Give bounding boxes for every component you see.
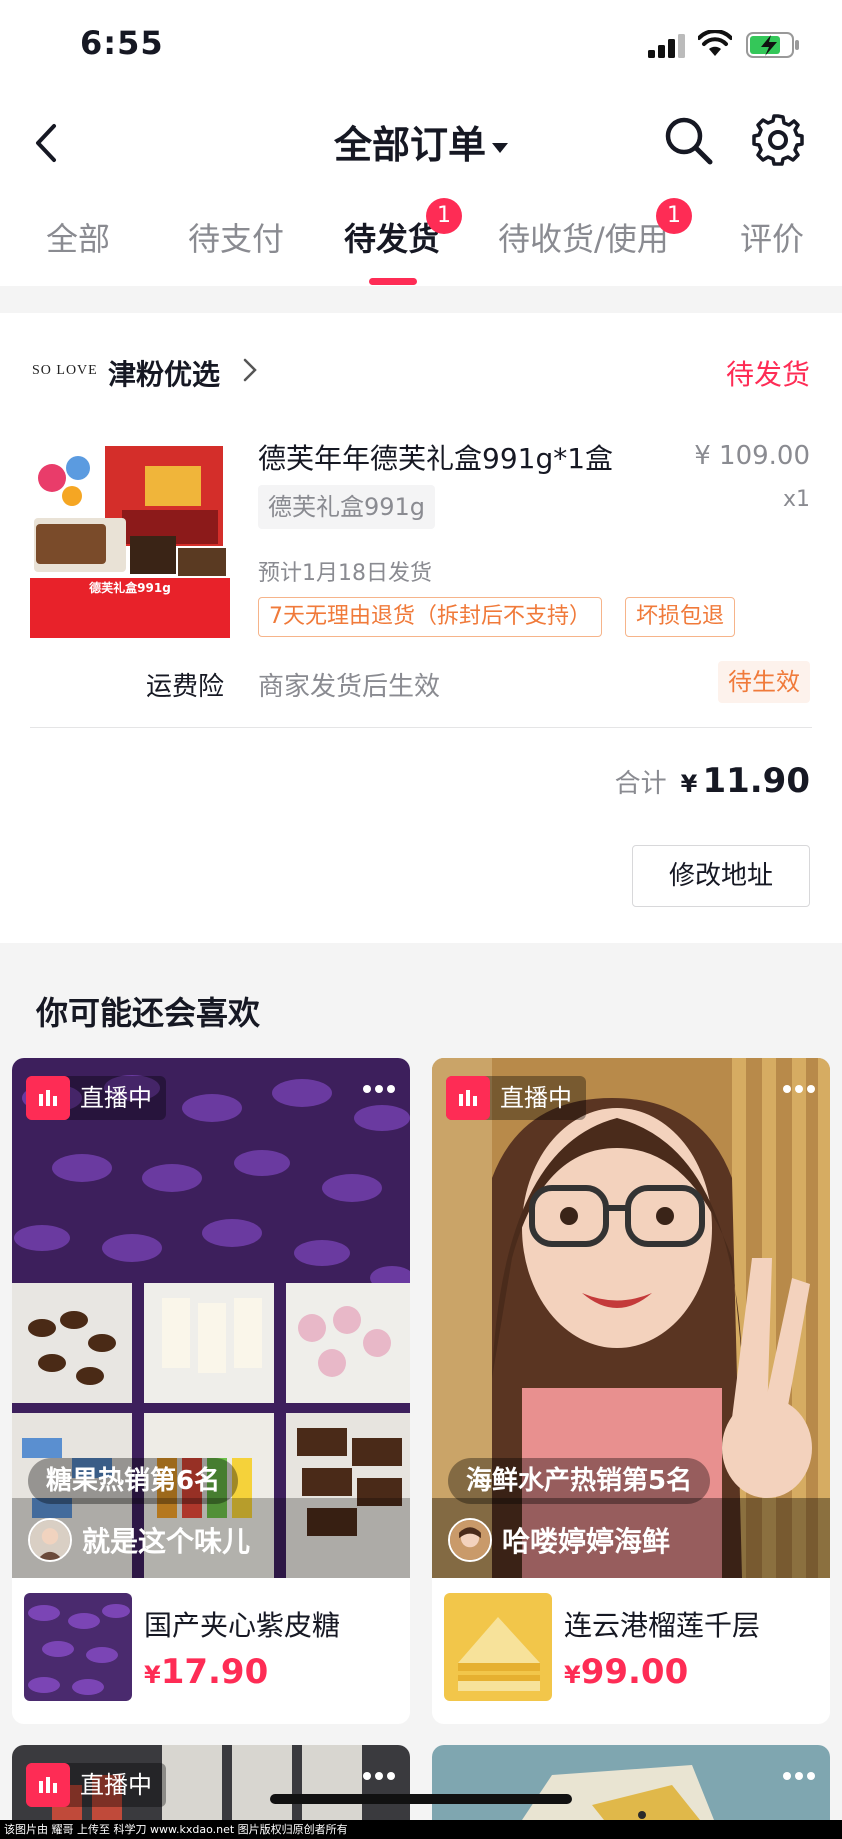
- live-label: 直播中: [80, 1084, 152, 1112]
- more-options-icon[interactable]: [362, 1771, 396, 1781]
- goods-image[interactable]: [24, 1593, 132, 1701]
- recommend-card[interactable]: 直播中 海鲜水产热销第5名 哈喽婷婷海鲜 连云港榴莲千层 ¥99.00: [432, 1058, 830, 1724]
- live-equalizer-icon: [446, 1076, 490, 1120]
- caret-down-icon: [492, 142, 508, 153]
- host-name[interactable]: 哈喽婷婷海鲜: [502, 1520, 670, 1560]
- battery-charging-icon: [746, 32, 799, 58]
- cellular-signal-icon: [648, 34, 685, 58]
- product-image[interactable]: [30, 438, 230, 638]
- home-indicator[interactable]: [270, 1794, 572, 1804]
- watermark: 该图片由 耀哥 上传至 科学刀 www.kxdao.net 图片版权归原创者所有: [0, 1820, 842, 1839]
- hot-rank-badge: 糖果热销第6名: [28, 1458, 239, 1504]
- wifi-icon: [698, 30, 732, 56]
- goods-name[interactable]: 国产夹心紫皮糖: [144, 1604, 340, 1644]
- tab-pending-shipment[interactable]: 待发货: [344, 214, 440, 260]
- live-equalizer-icon: [26, 1763, 70, 1807]
- product-price: ¥ 109.00: [694, 441, 810, 471]
- order-tabs: 全部 待支付 待发货 1 待收货/使用 1 评价: [0, 190, 842, 286]
- product-image-caption: 德芙礼盒991g: [89, 581, 171, 595]
- more-options-icon[interactable]: [782, 1084, 816, 1094]
- goods-name[interactable]: 连云港榴莲千层: [564, 1604, 760, 1644]
- ship-estimate: 预计1月18日发货: [258, 561, 432, 586]
- recommend-card[interactable]: 直播中 糖果热销第6名 就是这个味儿 国产夹心紫皮糖 ¥17.90: [12, 1058, 410, 1724]
- live-label: 直播中: [500, 1084, 572, 1112]
- hot-rank-badge: 海鲜水产热销第5名: [448, 1458, 711, 1504]
- goods-image[interactable]: [444, 1593, 552, 1701]
- live-badge: 直播中: [446, 1076, 586, 1120]
- live-label: 直播中: [80, 1771, 152, 1799]
- host-avatar[interactable]: [448, 1518, 492, 1562]
- total-label: 合计: [614, 769, 667, 799]
- status-bar: 6:55: [0, 0, 842, 90]
- divider: [30, 727, 812, 728]
- modify-address-button[interactable]: 修改地址: [632, 845, 810, 907]
- goods-price: ¥99.00: [564, 1652, 689, 1692]
- tab-badge: 1: [656, 198, 692, 234]
- live-badge: 直播中: [26, 1076, 166, 1120]
- goods-price: ¥17.90: [144, 1652, 269, 1692]
- tab-review[interactable]: 评价: [740, 214, 804, 260]
- tab-pending-payment[interactable]: 待支付: [188, 214, 284, 260]
- shipping-insurance-desc: 商家发货后生效: [258, 672, 441, 702]
- total-currency: ¥: [680, 770, 698, 798]
- tab-badge: 1: [426, 198, 462, 234]
- order-card[interactable]: SO LOVE 津粉优选 待发货 德芙礼盒991g 德芙年年德芙礼盒991g*1…: [0, 313, 842, 943]
- host-avatar[interactable]: [28, 1518, 72, 1562]
- active-tab-indicator: [369, 278, 417, 285]
- order-status: 待发货: [725, 358, 810, 391]
- nav-bar: 全部订单: [0, 90, 842, 190]
- tab-all[interactable]: 全部: [46, 214, 110, 260]
- product-title[interactable]: 德芙年年德芙礼盒991g*1盒: [258, 437, 613, 477]
- live-equalizer-icon: [26, 1076, 70, 1120]
- settings-gear-icon[interactable]: [750, 112, 806, 168]
- more-options-icon[interactable]: [782, 1771, 816, 1781]
- return-policy-tag: 7天无理由退货（拆封后不支持）: [258, 597, 602, 637]
- recommend-title: 你可能还会喜欢: [36, 994, 261, 1032]
- total-value: 11.90: [702, 761, 810, 801]
- shipping-insurance-label: 运费险: [146, 672, 225, 702]
- product-spec: 德芙礼盒991g: [258, 485, 436, 529]
- tab-pending-receipt[interactable]: 待收货/使用: [498, 214, 669, 260]
- live-badge: 直播中: [26, 1763, 166, 1807]
- damage-refund-tag: 坏损包退: [625, 597, 736, 637]
- chevron-right-icon[interactable]: [242, 357, 258, 383]
- insurance-status-badge: 待生效: [718, 661, 810, 703]
- product-quantity: x1: [782, 487, 810, 512]
- page-title: 全部订单: [333, 123, 486, 167]
- shop-name[interactable]: 津粉优选: [108, 353, 220, 393]
- status-time: 6:55: [80, 24, 164, 62]
- search-icon[interactable]: [660, 112, 716, 168]
- more-options-icon[interactable]: [362, 1084, 396, 1094]
- shop-logo: SO LOVE: [32, 363, 98, 378]
- order-total: 合计 ¥ 11.90: [615, 761, 810, 801]
- host-name[interactable]: 就是这个味儿: [82, 1520, 250, 1560]
